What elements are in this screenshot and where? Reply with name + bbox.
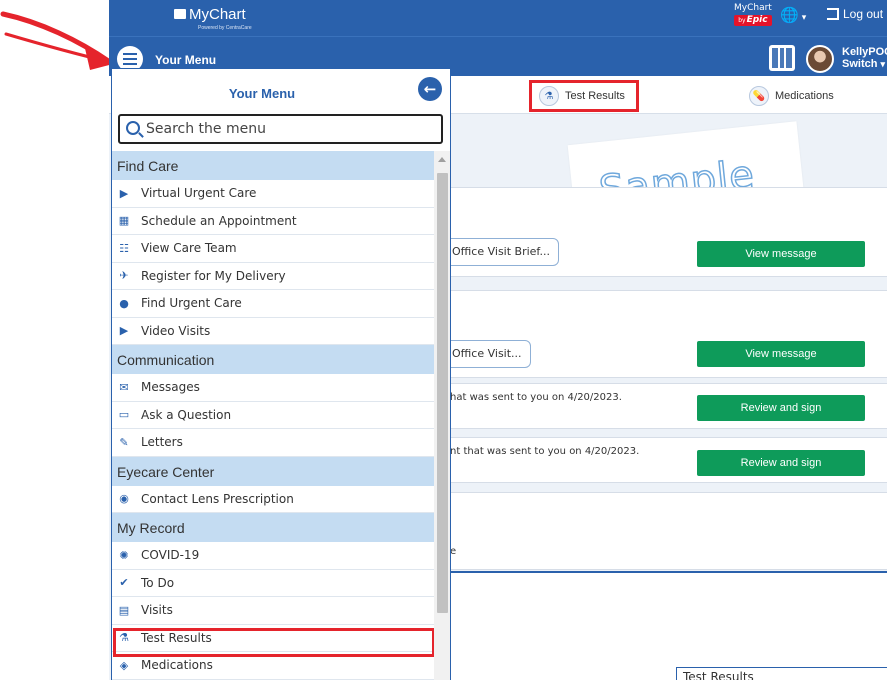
menu-item-letters[interactable]: ✎ Letters: [112, 429, 434, 457]
highlight-box: [529, 80, 639, 112]
globe-icon: 🌐: [780, 6, 799, 24]
message-pill[interactable]: Office Visit Brief...: [439, 238, 559, 266]
view-message-button[interactable]: View message: [697, 241, 865, 267]
logout-icon: [827, 8, 839, 20]
document-text: nt that was sent to you on 4/20/2023.: [450, 446, 640, 457]
message-card: e: [438, 492, 887, 570]
top-bar: MyChart Powered by CentraCare MyChart by…: [109, 0, 887, 36]
your-menu-label[interactable]: Your Menu: [155, 53, 216, 67]
message-pill[interactable]: Office Visit...: [439, 340, 531, 368]
menu-list: Find Care ▶ Virtual Urgent Care ▦ Schedule…: [112, 151, 434, 680]
logo-subtitle: Powered by CentraCare: [198, 25, 252, 31]
scroll-up-icon[interactable]: [438, 157, 446, 162]
menu-item-find-urgent-care[interactable]: ● Find Urgent Care: [112, 290, 434, 318]
section-eyecare-center: Eyecare Center: [112, 456, 434, 486]
qr-code-icon[interactable]: [769, 45, 795, 71]
menu-header: Your Menu ←: [112, 69, 450, 109]
menu-item-to-do[interactable]: ✔ To Do: [112, 570, 434, 597]
check-circle-icon: ✔: [119, 576, 129, 590]
menu-item-register-delivery[interactable]: ✈ Register for My Delivery: [112, 263, 434, 290]
mychart-by-epic-logo: MyChart byEpic: [734, 3, 772, 26]
user-switcher[interactable]: KellyPOC Switch ▾: [842, 46, 887, 70]
view-message-button[interactable]: View message: [697, 341, 865, 367]
pill-icon: ◈: [119, 658, 129, 672]
menu-item-ask-a-question[interactable]: ▭ Ask a Question: [112, 402, 434, 429]
menu-item-messages[interactable]: ✉ Messages: [112, 374, 434, 402]
lower-panel: [438, 571, 887, 680]
close-menu-button[interactable]: ←: [418, 77, 442, 101]
menu-scrollbar[interactable]: [434, 151, 450, 680]
pill-icon: 💊: [749, 86, 769, 106]
menu-item-video-visits[interactable]: ▶ Video Visits: [112, 318, 434, 345]
logout-button[interactable]: Log out: [827, 6, 887, 28]
section-find-care: Find Care: [112, 151, 434, 180]
message-card: Office Visit... View message: [438, 290, 887, 378]
eye-icon: ◉: [119, 492, 129, 506]
briefcase-icon: [174, 9, 186, 19]
envelope-icon: ✉: [119, 380, 129, 394]
menu-search-input[interactable]: Search the menu: [118, 114, 443, 144]
epic-label: Epic: [746, 15, 768, 25]
menu-item-schedule-appointment[interactable]: ▦ Schedule an Appointment: [112, 208, 434, 235]
virus-icon: ✺: [119, 548, 129, 562]
review-and-sign-button[interactable]: Review and sign: [697, 450, 865, 476]
care-team-icon: ☷: [119, 241, 129, 255]
message-card: Office Visit Brief... View message: [438, 187, 887, 277]
search-icon: [126, 121, 140, 135]
letter-icon: ✎: [119, 435, 129, 449]
chat-icon: ▭: [118, 408, 130, 422]
scrollbar-thumb[interactable]: [437, 173, 448, 613]
by-label: by: [738, 17, 746, 24]
document-text: hat was sent to you on 4/20/2023.: [450, 392, 622, 403]
your-menu-panel: Your Menu ← Search the menu Find Care ▶ V…: [111, 68, 451, 680]
menu-item-visits[interactable]: ▤ Visits: [112, 597, 434, 625]
arrow-left-icon: ←: [423, 80, 437, 98]
chevron-down-icon: ▾: [880, 59, 886, 69]
menu-title: Your Menu: [228, 86, 296, 101]
switch-label: Switch: [842, 58, 878, 70]
review-and-sign-button[interactable]: Review and sign: [697, 395, 865, 421]
hamburger-icon: [123, 53, 137, 55]
document-card: nt that was sent to you on 4/20/2023. Re…: [438, 437, 887, 483]
menu-item-virtual-urgent-care[interactable]: ▶ Virtual Urgent Care: [112, 180, 434, 208]
search-placeholder: Search the menu: [146, 121, 266, 137]
menu-item-view-care-team[interactable]: ☷ View Care Team: [112, 235, 434, 263]
document-card: hat was sent to you on 4/20/2023. Review…: [438, 383, 887, 429]
menu-item-contact-lens[interactable]: ◉ Contact Lens Prescription: [112, 486, 434, 513]
avatar[interactable]: [806, 45, 834, 73]
menu-item-covid-19[interactable]: ✺ COVID-19: [112, 542, 434, 570]
user-name: KellyPOC: [842, 46, 887, 58]
tab-medications[interactable]: 💊 Medications: [749, 85, 834, 107]
calendar-icon: ▤: [118, 603, 130, 617]
screenshot-root: MyChart Powered by CentraCare MyChart by…: [0, 0, 887, 680]
section-communication: Communication: [112, 345, 434, 374]
video-icon: ▶: [119, 324, 129, 338]
section-my-record: My Record: [112, 513, 434, 542]
chevron-down-icon: ▾: [801, 13, 807, 23]
calendar-plus-icon: ▦: [118, 214, 130, 228]
map-pin-icon: ●: [119, 296, 129, 310]
video-icon: ▶: [119, 186, 129, 200]
annotation-arrow: [0, 11, 113, 70]
mychart-logo[interactable]: MyChart Powered by CentraCare: [174, 6, 252, 31]
test-results-tooltip: Test Results: [676, 667, 887, 680]
highlight-box: [113, 628, 435, 657]
stork-icon: ✈: [119, 269, 129, 283]
language-button[interactable]: 🌐 ▾: [780, 6, 818, 28]
